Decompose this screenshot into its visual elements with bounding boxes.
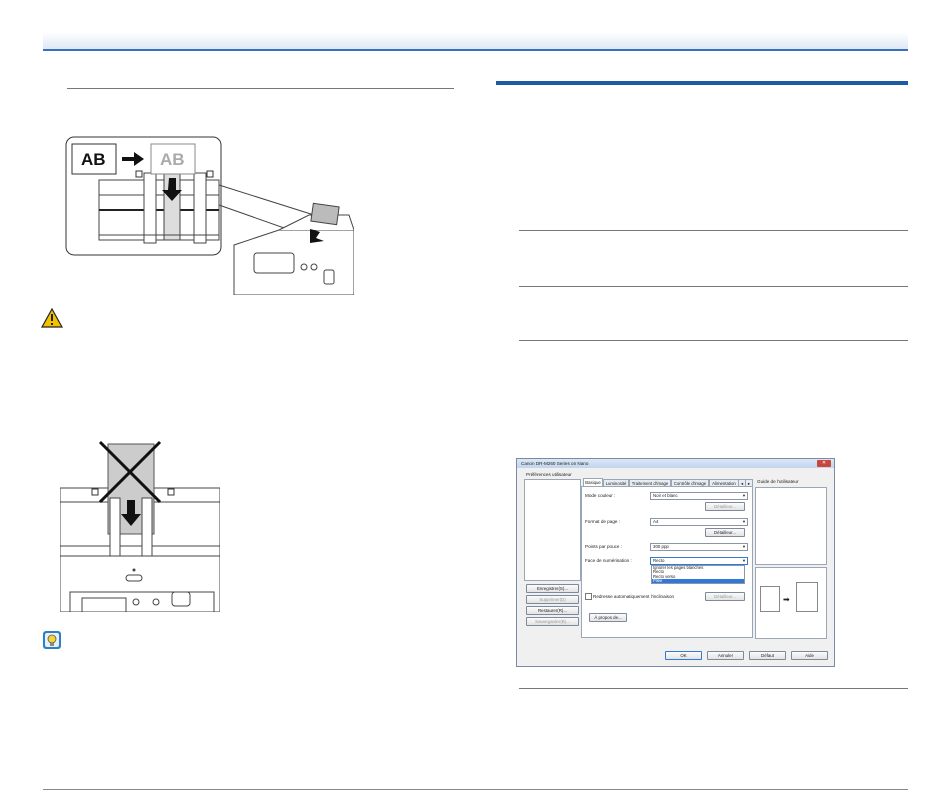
preview-panel: ➡ (755, 567, 827, 639)
restore-prefs-button[interactable]: Restaurer(R)... (526, 606, 579, 615)
deskew-label: Redresse automatiquement l'inclinaison (593, 594, 675, 599)
incorrect-feed-illustration (60, 440, 220, 612)
dpi-value: 300 ppp (653, 544, 669, 549)
color-mode-label: Mode couleur : (585, 493, 616, 498)
color-mode-select[interactable]: Noir et blanc ▼ (650, 492, 748, 500)
table-rule (519, 340, 908, 341)
scan-side-value: Recto (653, 558, 665, 563)
table-rule (519, 230, 908, 231)
page-size-value: A4 (653, 519, 659, 524)
table-rule (519, 688, 908, 689)
color-mode-value: Noir et blanc (653, 493, 678, 498)
save-prefs-button[interactable]: Enregistrer(S)... (526, 584, 579, 593)
delete-prefs-button[interactable]: Supprimer(D) (526, 595, 579, 604)
arrow-right-icon: ➡ (783, 595, 790, 604)
chevron-down-icon: ▼ (742, 544, 746, 549)
page-footer-rule (43, 789, 908, 790)
scanner-card-feed-illustration: AB AB (65, 136, 354, 295)
close-icon[interactable]: ✕ (817, 460, 831, 467)
card-front-label: AB (81, 150, 106, 169)
section-title-rule (496, 81, 908, 85)
color-mode-details-button[interactable]: Détailleur... (705, 502, 745, 511)
deskew-checkbox[interactable] (585, 593, 592, 600)
scan-side-select[interactable]: Recto ▼ (650, 557, 748, 565)
help-button[interactable]: Aide (791, 651, 828, 660)
warning-icon (41, 308, 63, 328)
user-preferences-label: Préférences utilisateur (526, 472, 572, 477)
hint-icon (43, 631, 61, 649)
about-button[interactable]: À propos de... (589, 613, 627, 622)
page-header-bar (43, 32, 908, 51)
deskew-details-button[interactable]: Détailleur... (705, 592, 745, 601)
page-size-details-button[interactable]: Détailleur... (705, 528, 745, 537)
user-guide-panel (755, 487, 827, 565)
preview-page-before (760, 586, 780, 612)
ok-button[interactable]: OK (665, 651, 702, 660)
chevron-down-icon: ▼ (742, 519, 746, 524)
dialog-title: Canon DR-M260 Series on Nano (521, 461, 589, 466)
table-rule (519, 286, 908, 287)
dialog-title-bar: Canon DR-M260 Series on Nano ✕ (517, 459, 834, 468)
default-button[interactable]: Défaut (749, 651, 786, 660)
scan-side-option-selected[interactable]: Pliée (652, 578, 744, 584)
scan-side-label: Face de numérisation : (585, 558, 632, 563)
page-size-label: Format de page : (585, 519, 620, 524)
chevron-down-icon: ▼ (742, 493, 746, 498)
section-rule (67, 88, 454, 89)
preview-page-after (796, 582, 818, 612)
user-preferences-list[interactable] (524, 479, 581, 581)
dpi-select[interactable]: 300 ppp ▼ (650, 543, 748, 551)
card-back-label: AB (160, 150, 185, 169)
backup-prefs-button[interactable]: Sauvegarder(B)... (526, 617, 579, 626)
page-size-select[interactable]: A4 ▼ (650, 518, 748, 526)
chevron-down-icon: ▼ (742, 558, 746, 563)
dpi-label: Points par pouce : (585, 544, 623, 549)
driver-settings-dialog: Canon DR-M260 Series on Nano ✕ Préférenc… (516, 458, 835, 667)
scan-side-dropdown-list[interactable]: Ignorer les pages blanches Recto Recto v… (651, 565, 745, 585)
user-guide-label: Guide de l'utilisateur (757, 479, 799, 484)
cancel-button[interactable]: Annuler (707, 651, 744, 660)
